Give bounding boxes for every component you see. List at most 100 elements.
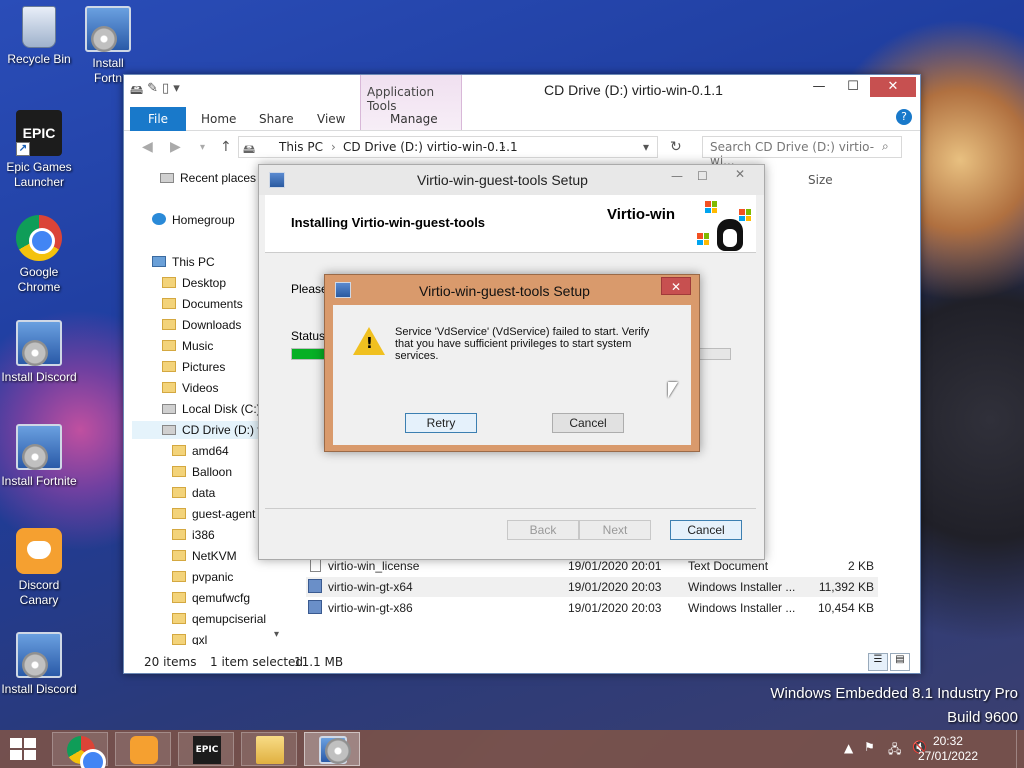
nav-documents[interactable]: Documents [162, 297, 243, 311]
nav-folder-netkvm[interactable]: NetKVM [172, 549, 237, 563]
up-arrow-icon[interactable]: ↑ [220, 139, 232, 155]
desktop-icon-recycle-bin[interactable]: Recycle Bin [0, 6, 78, 67]
desktop-icon-epic-games[interactable]: EPIC ↗ Epic Games Launcher [0, 110, 78, 190]
folder-icon [172, 592, 186, 603]
tab-home[interactable]: Home [201, 112, 236, 126]
show-hidden-icons-chevron-icon[interactable]: ▲ [844, 741, 853, 755]
recent-locations-chevron-icon[interactable]: ▾ [200, 142, 205, 153]
folder-icon [172, 634, 186, 645]
tab-view[interactable]: View [317, 112, 345, 126]
close-button[interactable]: ✕ [723, 167, 757, 185]
address-dropdown-icon[interactable]: ▾ [643, 140, 649, 154]
nav-folder-balloon[interactable]: Balloon [172, 465, 232, 479]
details-view-icon[interactable]: ☰ [868, 653, 888, 671]
tab-share[interactable]: Share [259, 112, 294, 126]
setup-heading: Installing Virtio-win-guest-tools [291, 215, 486, 230]
selection-count: 1 item selected [210, 655, 304, 669]
properties-icon[interactable]: ✎ [147, 81, 158, 103]
tab-file[interactable]: File [130, 107, 186, 131]
close-button[interactable]: ✕ [870, 77, 916, 97]
nav-folder-pvpanic[interactable]: pvpanic [172, 570, 233, 584]
search-icon: ⌕ [882, 139, 889, 153]
setup-title-bar[interactable]: Virtio-win-guest-tools Setup — ☐ ✕ [259, 165, 764, 195]
retry-button[interactable]: Retry [405, 413, 477, 433]
shortcut-arrow-icon: ↗ [16, 142, 30, 156]
nav-folder-qemupciserial[interactable]: qemupciserial [172, 612, 266, 626]
taskbar-chrome[interactable] [52, 732, 108, 768]
explorer-title-bar[interactable]: 🖴 ✎ ▯ ▾ Application Tools CD Drive (D:) … [124, 75, 920, 131]
nav-local-disk[interactable]: Local Disk (C:) [162, 402, 261, 416]
error-close-button[interactable]: ✕ [661, 277, 691, 295]
nav-recent-places[interactable]: Recent places [160, 171, 256, 185]
installer-icon [308, 579, 322, 593]
breadcrumb-cd-drive[interactable]: CD Drive (D:) virtio-win-0.1.1 [343, 140, 518, 154]
setup-header: Installing Virtio-win-guest-tools Virtio… [265, 195, 756, 253]
recycle-bin-icon [22, 6, 56, 48]
nav-folder-i386[interactable]: i386 [172, 528, 215, 542]
folder-icon [256, 736, 284, 764]
desktop-icon-discord-canary[interactable]: Discord Canary [0, 528, 78, 608]
folder-icon [172, 466, 186, 477]
action-center-flag-icon[interactable]: ⚑ [864, 740, 875, 754]
error-cancel-button[interactable]: Cancel [552, 413, 624, 433]
new-folder-icon[interactable]: ▯ [162, 81, 169, 103]
cancel-button[interactable]: Cancel [670, 520, 742, 540]
desktop-icon-install-discord-2[interactable]: Install Discord [0, 632, 78, 697]
nav-homegroup[interactable]: Homegroup [152, 213, 235, 227]
start-button[interactable] [10, 738, 38, 762]
tux-penguin-icon [717, 219, 743, 251]
desktop-icon-install-discord[interactable]: Install Discord [0, 320, 78, 385]
nav-scroll-down-icon[interactable]: ▾ [274, 629, 279, 640]
next-button[interactable]: Next [579, 520, 651, 540]
nav-folder-guest-agent[interactable]: guest-agent [172, 507, 255, 521]
brand-name: Virtio-win [607, 206, 676, 223]
minimize-button[interactable]: — [802, 77, 836, 97]
nav-music[interactable]: Music [162, 339, 213, 353]
mouse-cursor-icon [668, 382, 678, 398]
installer-icon [319, 736, 351, 764]
nav-folder-qemufwcfg[interactable]: qemufwcfg [172, 591, 250, 605]
desktop-icon-google-chrome[interactable]: Google Chrome [0, 215, 78, 295]
file-row[interactable]: virtio-win-gt-x86 19/01/2020 20:03 Windo… [306, 598, 878, 618]
large-icons-view-icon[interactable]: ▤ [890, 653, 910, 671]
os-watermark-edition: Windows Embedded 8.1 Industry Pro [770, 685, 1018, 702]
drive-icon [162, 404, 176, 414]
system-clock[interactable]: 20:32 27/01/2022 [918, 734, 978, 764]
nav-folder-amd64[interactable]: amd64 [172, 444, 229, 458]
help-icon[interactable]: ? [896, 109, 912, 125]
nav-desktop[interactable]: Desktop [162, 276, 226, 290]
network-icon[interactable]: 🖧 [888, 740, 901, 761]
taskbar-epic-games[interactable]: EPIC [178, 732, 234, 766]
forward-arrow-icon[interactable]: ▶ [170, 139, 181, 155]
drive-icon: 🖴 [243, 142, 256, 156]
breadcrumb-this-pc[interactable]: This PC [279, 140, 323, 154]
desktop-icon-install-fortnite[interactable]: Install Fortnite [0, 424, 78, 489]
chevron-down-icon[interactable]: ▾ [173, 81, 180, 103]
maximize-button[interactable]: ☐ [836, 77, 870, 97]
nav-downloads[interactable]: Downloads [162, 318, 241, 332]
taskbar-file-explorer[interactable] [241, 732, 297, 766]
nav-this-pc[interactable]: This PC [152, 255, 215, 269]
minimize-button[interactable]: — [671, 169, 683, 183]
refresh-icon[interactable]: ↻ [670, 139, 682, 155]
column-header-size[interactable]: Size [808, 173, 833, 187]
file-row-selected[interactable]: virtio-win-gt-x64 19/01/2020 20:03 Windo… [306, 577, 878, 597]
nav-videos[interactable]: Videos [162, 381, 218, 395]
taskbar-discord[interactable] [115, 732, 171, 766]
error-dialog[interactable]: Virtio-win-guest-tools Setup ✕ ! Service… [324, 274, 700, 452]
divider [265, 508, 756, 509]
maximize-button[interactable]: ☐ [697, 169, 708, 183]
clock-time: 20:32 [932, 734, 963, 748]
back-arrow-icon[interactable]: ◀ [142, 139, 153, 155]
show-desktop-button[interactable] [1016, 730, 1024, 768]
search-input[interactable]: Search CD Drive (D:) virtio-wi... [702, 136, 902, 168]
epic-games-icon: EPIC [193, 736, 221, 764]
nav-folder-qxl[interactable]: qxl [172, 633, 207, 645]
back-button[interactable]: Back [507, 520, 579, 540]
nav-folder-data[interactable]: data [172, 486, 215, 500]
nav-pictures[interactable]: Pictures [162, 360, 225, 374]
taskbar-setup[interactable] [304, 732, 360, 766]
address-bar[interactable]: 🖴 This PC › CD Drive (D:) virtio-win-0.1… [238, 136, 658, 158]
tab-manage[interactable]: Manage [390, 112, 438, 126]
item-count: 20 items [144, 655, 197, 669]
